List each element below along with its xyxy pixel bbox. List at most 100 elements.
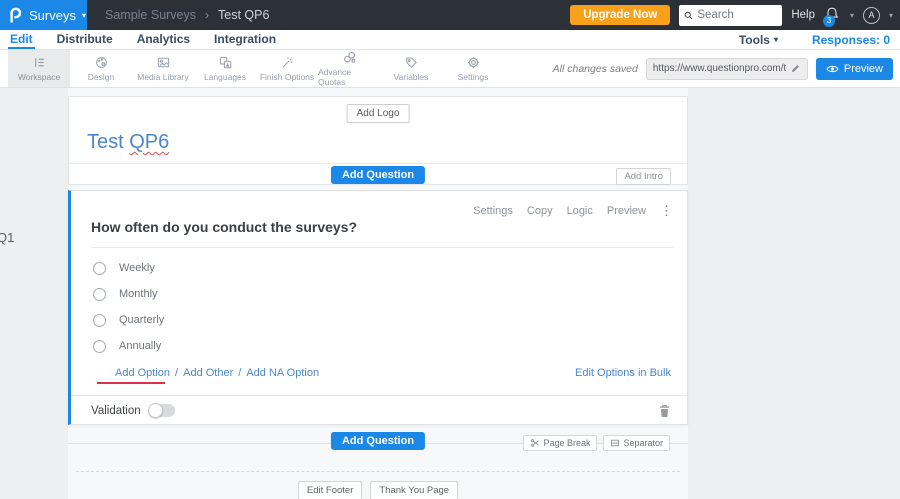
tab-analytics[interactable]: Analytics [135,30,192,49]
option-row: Monthly [93,281,164,307]
separator-label: Separator [623,438,663,448]
tool-workspace[interactable]: Workspace [8,50,70,87]
tool-label: Languages [203,72,247,82]
survey-content-column: Add Logo Test QP6 Add Question Add Intro… [68,88,688,499]
delete-question-button[interactable] [658,404,671,418]
option-row: Quarterly [93,307,164,333]
footer-dashed-divider [76,471,680,472]
radio-button[interactable] [93,287,106,301]
radio-button[interactable] [93,313,106,327]
quotas-icon [343,51,355,63]
product-switcher[interactable]: Surveys ▾ [0,0,87,30]
question-card: Settings Copy Logic Preview ⋮ How often … [68,190,688,425]
edit-options-in-bulk-link[interactable]: Edit Options in Bulk [575,367,671,379]
tool-media-library[interactable]: Media Library [132,50,194,87]
survey-title-text: Test [87,131,130,153]
option-label[interactable]: Annually [119,340,161,352]
question-menu: Settings Copy Logic Preview ⋮ [473,203,673,219]
toolbar-right: All changes saved Preview [553,50,900,87]
add-question-button-top[interactable]: Add Question [330,166,426,184]
help-link[interactable]: Help [791,9,815,21]
topbar: Surveys ▾ Sample Surveys › Test QP6 Upgr… [0,0,900,30]
product-label: Surveys [29,7,76,23]
avatar-initial: A [868,10,875,20]
question-settings-link[interactable]: Settings [473,205,513,217]
option-label[interactable]: Monthly [119,288,158,300]
caret-down-icon[interactable]: ▾ [889,11,893,20]
toggle-knob [147,403,163,418]
tool-languages[interactable]: Languages [194,50,256,87]
survey-header-card: Add Logo Test QP6 Add Question Add Intro [68,96,688,185]
separator-button[interactable]: Separator [603,435,670,451]
responses-count[interactable]: Responses: 0 [812,33,890,47]
tab-distribute[interactable]: Distribute [55,30,115,49]
survey-url-input[interactable] [652,63,786,74]
tab-integration[interactable]: Integration [212,30,278,49]
answer-options: Weekly Monthly Quarterly Annually [93,255,164,359]
survey-title[interactable]: Test QP6 [87,131,169,154]
option-label[interactable]: Weekly [119,262,155,274]
search-box [679,4,783,26]
breadcrumb-chevron-icon: › [205,8,210,22]
add-other-link[interactable]: Add Other [183,367,233,379]
add-na-option-link[interactable]: Add NA Option [246,367,319,379]
page-break-button[interactable]: Page Break [523,435,598,451]
option-row: Weekly [93,255,164,281]
radio-button[interactable] [93,339,106,353]
caret-down-icon: ▾ [773,35,778,44]
validation-label: Validation [91,404,141,417]
image-icon [157,57,169,68]
survey-toolbar: Workspace Design Media Library Languages… [0,50,900,88]
translate-icon [219,57,231,69]
tool-settings[interactable]: Settings [442,50,504,87]
kebab-menu-icon[interactable]: ⋮ [660,203,673,219]
preview-button[interactable]: Preview [815,57,893,80]
tool-finish-options[interactable]: Finish Options [256,50,318,87]
add-question-button-bottom[interactable]: Add Question [330,432,426,450]
eye-icon [826,65,839,72]
add-option-link[interactable]: Add Option [115,367,170,379]
search-input[interactable] [697,9,778,21]
option-add-links: Add Option / Add Other / Add NA Option [115,367,319,379]
section-nav: Edit Distribute Analytics Integration To… [0,30,900,50]
breadcrumb: Sample Surveys › Test QP6 [105,8,269,22]
thank-you-page-button[interactable]: Thank You Page [370,481,459,499]
pencil-icon[interactable] [790,63,801,74]
validation-toggle[interactable] [147,403,175,418]
question-copy-link[interactable]: Copy [527,205,553,217]
tab-edit[interactable]: Edit [8,30,35,49]
preview-label: Preview [843,62,883,75]
notifications-button[interactable]: 3 [822,6,841,27]
question-preview-link[interactable]: Preview [607,205,646,217]
red-annotation-underline [97,382,165,384]
palette-icon [95,57,107,68]
radio-button[interactable] [93,261,106,275]
page-break-label: Page Break [543,438,591,448]
tool-label: Variables [393,72,429,82]
tool-variables[interactable]: Variables [380,50,442,87]
upgrade-now-button[interactable]: Upgrade Now [570,5,671,25]
question-logic-link[interactable]: Logic [567,205,593,217]
nav-right: Tools ▾ Responses: 0 [739,30,900,49]
tool-design[interactable]: Design [70,50,132,87]
tool-label: Media Library [137,72,189,82]
edit-footer-button[interactable]: Edit Footer [297,481,363,499]
footer-buttons: Edit Footer Thank You Page [68,481,688,499]
topbar-right: Upgrade Now Help 3 ▾ A ▾ [570,4,900,27]
search-icon [685,11,693,19]
divider [91,247,673,248]
add-logo-button[interactable]: Add Logo [346,104,410,123]
option-label[interactable]: Quarterly [119,314,164,326]
question-text[interactable]: How often do you conduct the surveys? [91,219,357,235]
add-intro-button[interactable]: Add Intro [616,168,671,185]
avatar[interactable]: A [862,6,880,24]
workspace-icon [34,58,44,67]
breadcrumb-folder[interactable]: Sample Surveys [105,8,196,22]
caret-down-icon[interactable]: ▾ [850,11,854,20]
tool-advance-quotas[interactable]: Advance Quotas [318,50,380,87]
tool-label: Design [87,72,115,82]
tools-menu[interactable]: Tools ▾ [739,33,778,47]
validation-row: Validation [91,395,671,426]
tool-label: Workspace [17,72,61,82]
link-separator: / [175,367,179,379]
